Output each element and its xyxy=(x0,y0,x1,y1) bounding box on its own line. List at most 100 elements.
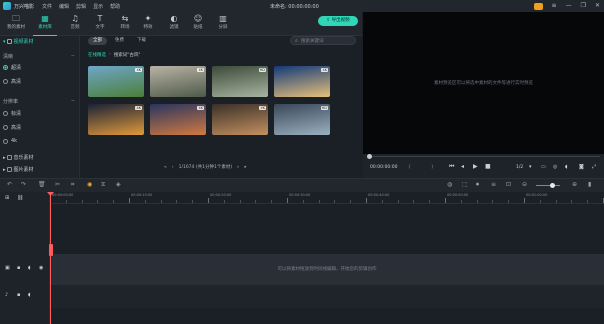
lock-icon[interactable]: ▪ xyxy=(17,292,20,298)
vip-icon[interactable] xyxy=(533,2,543,10)
zoom-out-icon[interactable]: ⊖ xyxy=(522,181,527,188)
resolution-badge: 4K xyxy=(135,68,142,72)
mute-icon[interactable]: ◖ xyxy=(28,265,31,271)
tool-text[interactable]: T 文字 xyxy=(88,14,112,30)
tab-downloaded[interactable]: 下载 xyxy=(132,37,151,45)
first-page-icon[interactable]: « xyxy=(164,165,167,170)
resolution-option-hd[interactable]: 高清 xyxy=(3,124,21,131)
media-thumbnail[interactable]: HD xyxy=(274,104,330,135)
ruler-tick xyxy=(492,200,493,203)
media-thumbnail[interactable]: 4K xyxy=(212,104,268,135)
preview-player[interactable]: 素材预览区可以将选中素材的文件等进行实时预览 xyxy=(363,12,604,154)
menu-file[interactable]: 文件 xyxy=(42,3,52,10)
ai-cutout-icon[interactable]: ◉ xyxy=(87,181,92,188)
crop-icon[interactable]: ⌗ xyxy=(71,181,74,189)
media-thumbnail[interactable]: 4K xyxy=(150,104,206,135)
playhead[interactable] xyxy=(50,192,51,324)
minimize-icon[interactable]: — xyxy=(566,2,572,10)
tab-all[interactable]: 全部 xyxy=(88,37,107,45)
resolution-heading: 分辨率 xyxy=(3,99,19,105)
render-icon[interactable]: ◍ xyxy=(447,181,452,188)
media-thumbnail[interactable]: HD xyxy=(212,66,268,97)
category-label: 音乐素材 xyxy=(13,155,34,161)
microphone-icon[interactable]: ⏺ xyxy=(476,181,479,189)
mute-icon[interactable]: ◖ xyxy=(28,292,31,298)
category-music[interactable]: ▸ 音乐素材 xyxy=(3,154,34,162)
media-thumbnail[interactable]: 4K xyxy=(150,66,206,97)
collapse-icon[interactable]: − xyxy=(71,98,75,104)
ruler-tick xyxy=(382,200,383,203)
fullscreen-icon[interactable]: ⤢ xyxy=(592,164,596,170)
menu-clip[interactable]: 剪辑 xyxy=(76,3,86,10)
media-thumbnail[interactable]: 4K xyxy=(274,66,330,97)
link-icon[interactable]: ⛓ xyxy=(17,195,23,201)
camera-icon[interactable]: ◙ xyxy=(579,164,584,170)
zoom-handle[interactable] xyxy=(550,183,555,188)
tool-split-screen[interactable]: ▥ 分屏 xyxy=(211,14,235,30)
prev-page-icon[interactable]: ‹ xyxy=(172,165,174,170)
speed-icon[interactable]: ⧖ xyxy=(101,181,105,189)
next-page-icon[interactable]: › xyxy=(237,165,239,170)
voiceover-icon[interactable]: ≡ xyxy=(491,181,496,188)
undo-icon[interactable]: ↶ xyxy=(7,181,12,188)
category-video[interactable]: ▾ 视频素材 xyxy=(3,38,34,46)
category-images[interactable]: ▸ 图片素材 xyxy=(3,166,34,174)
marker-icon[interactable]: ⬚ xyxy=(462,181,468,188)
play-icon[interactable]: ▶ xyxy=(473,163,478,170)
snapshot-icon[interactable]: ◎ xyxy=(553,164,557,170)
timeline[interactable]: 00:00:00:00 00:00:10:00 00:00:20:00 00:00:3… xyxy=(50,192,604,324)
frame-back-icon[interactable]: ◂ xyxy=(461,163,464,170)
delete-icon[interactable]: 🗑 xyxy=(38,181,46,188)
out-point-icon[interactable]: } xyxy=(431,165,434,170)
tool-filters[interactable]: ◐ 滤镜 xyxy=(162,14,186,30)
progress-handle[interactable] xyxy=(367,154,372,159)
timeline-toolbar: ↶ ↷ 🗑 ✂ ⌗ ◉ ⧖ ◈ ◍ ⬚ ⏺ ≡ ⊡ ⊖ ⊕ ▮ xyxy=(0,178,604,192)
audio-track[interactable] xyxy=(50,284,604,308)
add-track-icon[interactable]: ⊞ xyxy=(5,195,9,201)
tool-effects[interactable]: ✦ 特效 xyxy=(136,14,160,30)
maximize-icon[interactable]: ❐ xyxy=(581,2,586,10)
monitor-icon[interactable]: ▭ xyxy=(541,164,546,170)
breadcrumb-root[interactable]: 在线精选 xyxy=(88,52,106,58)
menu-list-icon[interactable]: ≡ xyxy=(552,2,557,10)
tool-stickers[interactable]: ☺ 贴纸 xyxy=(186,14,210,30)
in-point-icon[interactable]: { xyxy=(408,165,411,170)
snap-icon[interactable]: ⊡ xyxy=(506,181,511,188)
media-thumbnail[interactable]: 4K xyxy=(88,66,144,97)
zoom-slider[interactable] xyxy=(536,183,560,188)
volume-icon[interactable]: ◖ xyxy=(565,164,568,170)
lock-icon[interactable]: ▪ xyxy=(17,265,20,271)
resolution-option-4k[interactable]: 4k xyxy=(3,138,17,144)
media-thumbnail[interactable]: 4K xyxy=(88,104,144,135)
export-button[interactable]: ⇪ 导出视频 xyxy=(318,16,358,26)
chevron-down-icon[interactable]: ▾ xyxy=(529,164,532,170)
zoom-ratio[interactable]: 1/2 xyxy=(516,165,523,170)
redo-icon[interactable]: ↷ xyxy=(21,181,26,188)
step-back-icon[interactable]: ⏮ xyxy=(449,163,454,171)
tool-stock-library[interactable]: ▦ 素材库 xyxy=(33,14,57,36)
chevron-right-icon: ▸ xyxy=(3,154,6,161)
eye-icon[interactable]: ◉ xyxy=(39,265,43,271)
collapse-icon[interactable]: − xyxy=(71,53,75,59)
filter-option-hd[interactable]: 高清 xyxy=(3,78,21,85)
playhead-handle[interactable] xyxy=(49,244,53,256)
menu-help[interactable]: 帮助 xyxy=(110,3,120,10)
menu-edit[interactable]: 编辑 xyxy=(59,3,69,10)
stop-icon[interactable]: ■ xyxy=(485,163,491,170)
resolution-option-sd[interactable]: 标清 xyxy=(3,110,21,117)
time-ruler[interactable]: 00:00:00:00 00:00:10:00 00:00:20:00 00:00:3… xyxy=(50,192,604,204)
tool-my-media[interactable]: 🗀 我的素材 xyxy=(4,14,28,30)
last-page-icon[interactable]: » xyxy=(244,165,247,170)
menu-view[interactable]: 显示 xyxy=(93,3,103,10)
tab-free[interactable]: 免费 xyxy=(110,37,129,45)
tool-transitions[interactable]: ⇆ 转场 xyxy=(113,14,137,30)
split-icon[interactable]: ✂ xyxy=(55,181,60,188)
zoom-in-icon[interactable]: ⊕ xyxy=(572,181,577,188)
color-icon[interactable]: ◈ xyxy=(116,181,121,188)
search-input[interactable] xyxy=(301,37,353,45)
fit-timeline-icon[interactable]: ▮ xyxy=(588,181,591,188)
close-icon[interactable]: ✕ xyxy=(595,2,600,10)
tool-audio[interactable]: ♫ 音频 xyxy=(63,14,87,30)
filter-option-uhd[interactable]: 超清 xyxy=(3,64,21,71)
video-track[interactable]: 可以将素材拖放到时间线编辑，开始您的剪辑创作 xyxy=(50,254,604,284)
